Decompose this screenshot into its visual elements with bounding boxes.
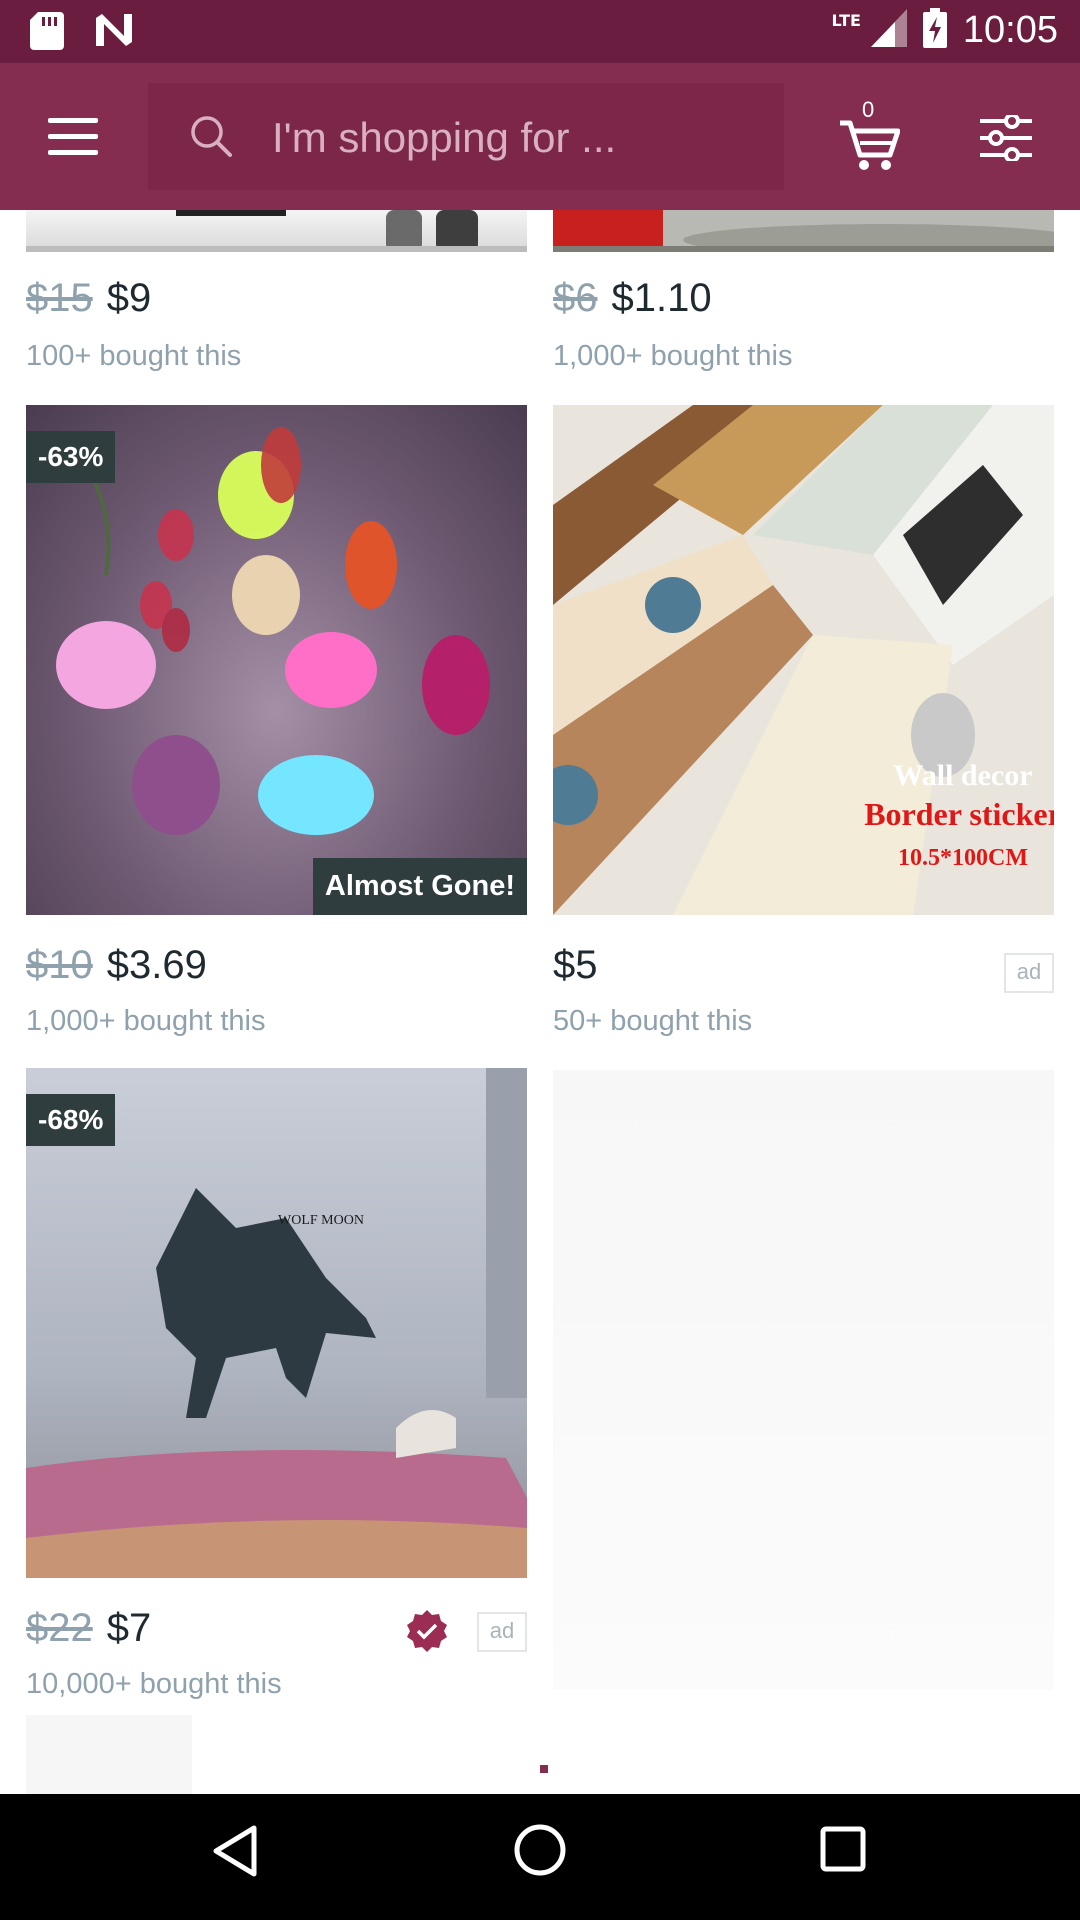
sale-price: $7 bbox=[106, 1606, 152, 1650]
bought-count: 100+ bought this bbox=[26, 340, 242, 372]
menu-button[interactable] bbox=[48, 118, 98, 156]
filter-button[interactable] bbox=[980, 113, 1032, 165]
original-price: $22 bbox=[26, 1606, 93, 1650]
menu-icon-line bbox=[48, 134, 98, 139]
network-type: LTE bbox=[831, 10, 861, 30]
overlay-text-1: Wall decor bbox=[893, 759, 1032, 792]
product-image[interactable]: WOLF MOON -68% bbox=[26, 1068, 527, 1578]
stock-badge: Almost Gone! bbox=[312, 858, 527, 915]
bought-count: 1,000+ bought this bbox=[553, 340, 793, 372]
ad-tag: ad bbox=[1004, 953, 1054, 993]
system-navigation-bar bbox=[0, 1794, 1080, 1920]
n-notification-icon bbox=[94, 12, 134, 54]
bought-count: 50+ bought this bbox=[553, 1005, 753, 1037]
cart-count: 0 bbox=[862, 97, 875, 122]
product-card[interactable]: $15 $9 100+ bought this bbox=[26, 210, 527, 372]
product-image[interactable] bbox=[26, 210, 527, 252]
sd-card-icon bbox=[30, 12, 64, 54]
cart-button[interactable]: 0 bbox=[838, 97, 901, 173]
sale-price: $9 bbox=[106, 276, 152, 320]
recents-icon[interactable] bbox=[820, 1826, 866, 1876]
menu-icon-line bbox=[48, 150, 98, 155]
search-icon bbox=[190, 115, 232, 161]
loading-placeholder bbox=[553, 1070, 1054, 1690]
discount-badge: -68% bbox=[26, 1094, 116, 1146]
price-row: $22 $7 bbox=[26, 1606, 151, 1651]
product-grid: $15 $9 100+ bought this $6 $1.10 1,000+ bo… bbox=[0, 210, 1080, 1794]
product-card[interactable]: Wall decor Border sticker 10.5*100CM $5 … bbox=[553, 405, 1054, 1045]
overlay-text-2: Border sticker bbox=[864, 796, 1054, 832]
sale-price: $5 bbox=[553, 943, 598, 987]
bought-count: 10,000+ bought this bbox=[26, 1668, 282, 1700]
price-row: $6 $1.10 bbox=[553, 276, 712, 321]
cart-icon bbox=[838, 120, 901, 177]
original-price: $6 bbox=[553, 276, 598, 320]
discount-badge: -63% bbox=[26, 431, 116, 483]
menu-icon bbox=[48, 118, 98, 123]
back-icon[interactable] bbox=[212, 1824, 258, 1882]
verified-badge-icon bbox=[404, 1608, 450, 1658]
status-bar: LTE 10:05 bbox=[0, 0, 1080, 63]
search-input[interactable] bbox=[270, 109, 754, 167]
top-toolbar: 0 bbox=[0, 63, 1080, 210]
signal-icon bbox=[870, 9, 907, 51]
product-image[interactable]: -63% Almost Gone! bbox=[26, 405, 527, 915]
status-time: 10:05 bbox=[962, 8, 1058, 51]
loading-placeholder bbox=[26, 1715, 192, 1794]
price-row: $15 $9 bbox=[26, 276, 151, 321]
price-row: $5 bbox=[553, 943, 598, 988]
price-row: $10 $3.69 bbox=[26, 943, 207, 988]
sale-price: $1.10 bbox=[611, 276, 712, 320]
original-price: $15 bbox=[26, 276, 93, 320]
ad-tag: ad bbox=[477, 1612, 527, 1652]
battery-charging-icon bbox=[922, 8, 947, 52]
wolf-moon-text: WOLF MOON bbox=[278, 1213, 364, 1228]
filter-sliders-icon bbox=[980, 113, 1032, 165]
product-card[interactable]: -63% Almost Gone! $10 $3.69 1,000+ bought… bbox=[26, 405, 527, 1045]
overlay-text-3: 10.5*100CM bbox=[898, 845, 1028, 871]
product-card[interactable]: $6 $1.10 1,000+ bought this bbox=[553, 210, 1054, 372]
product-image[interactable]: Wall decor Border sticker 10.5*100CM bbox=[553, 405, 1054, 915]
original-price: $10 bbox=[26, 943, 93, 987]
product-card[interactable]: WOLF MOON -68% $22 $7 ad 10,000+ bought t… bbox=[26, 1068, 527, 1708]
scroll-indicator bbox=[540, 1765, 548, 1773]
search-box[interactable] bbox=[148, 83, 784, 190]
product-image[interactable] bbox=[553, 210, 1054, 252]
home-icon[interactable] bbox=[512, 1822, 568, 1882]
sale-price: $3.69 bbox=[106, 943, 207, 987]
bought-count: 1,000+ bought this bbox=[26, 1005, 266, 1037]
